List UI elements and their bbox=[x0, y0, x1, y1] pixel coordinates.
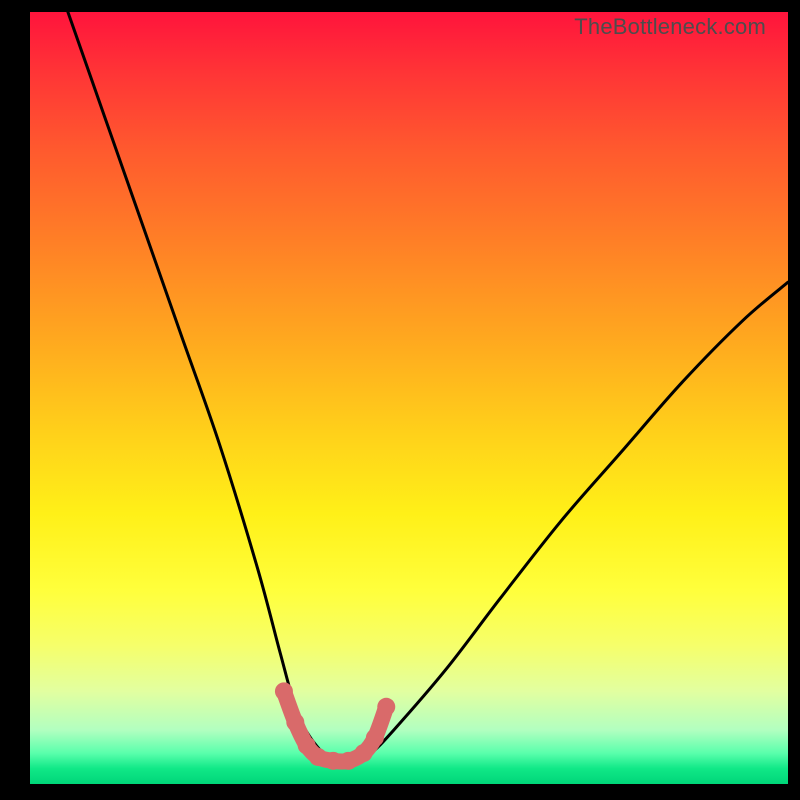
curve-layer bbox=[30, 12, 788, 784]
marker-dot bbox=[377, 698, 395, 716]
marker-dot bbox=[309, 748, 327, 766]
marker-cluster bbox=[275, 682, 395, 769]
gradient-plot-area bbox=[30, 12, 788, 784]
bottleneck-curve bbox=[68, 12, 788, 763]
marker-dot bbox=[286, 713, 304, 731]
marker-dot bbox=[366, 729, 384, 747]
marker-dot bbox=[275, 682, 293, 700]
chart-container: TheBottleneck.com bbox=[0, 0, 800, 800]
marker-dot bbox=[355, 744, 373, 762]
